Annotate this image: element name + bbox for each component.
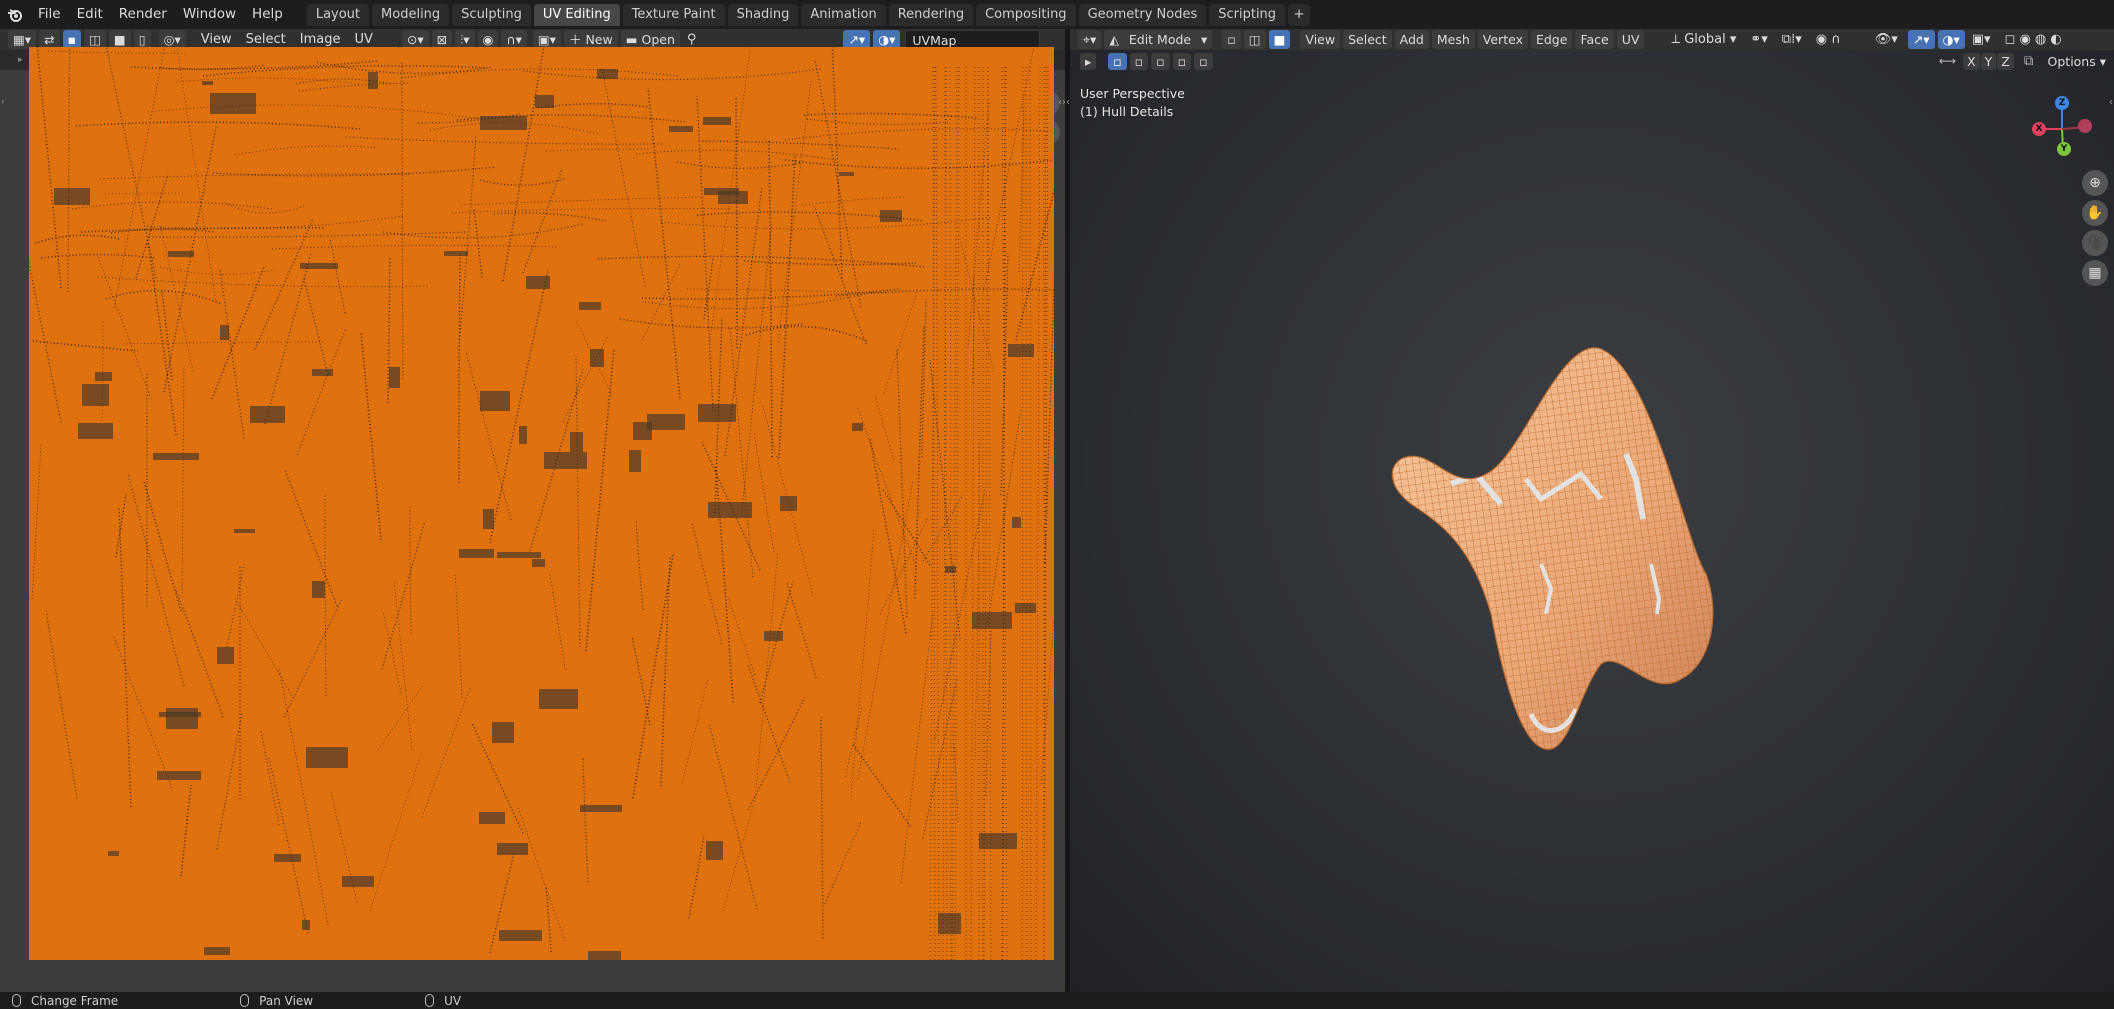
left-edge-arrow-icon[interactable]: ›: [1, 97, 5, 107]
workspace-tab-rendering[interactable]: Rendering: [888, 3, 974, 26]
status-bar: Change Frame Pan View UV: [0, 992, 2114, 1009]
add-workspace-button[interactable]: +: [1288, 3, 1311, 26]
hull-grid: [1392, 347, 1713, 750]
status-uv: UV: [413, 994, 461, 1008]
workspace-tab-animation[interactable]: Animation: [801, 3, 886, 26]
workspace-tabs: Layout Modeling Sculpting UV Editing Texture…: [306, 0, 1311, 29]
status-left-label: Change Frame: [31, 993, 119, 1008]
uv-mesh-wireframe: [29, 47, 1054, 960]
workspace-tab-uv-editing[interactable]: UV Editing: [533, 3, 620, 26]
menu-window[interactable]: Window: [175, 0, 244, 29]
uv-menu-uv[interactable]: UV: [347, 32, 379, 47]
uv-menu-view[interactable]: View: [194, 32, 239, 47]
workspace-tab-shading[interactable]: Shading: [727, 3, 799, 26]
workspace-tab-texture-paint[interactable]: Texture Paint: [622, 3, 725, 26]
workspace-tab-sculpting[interactable]: Sculpting: [452, 3, 531, 26]
menu-file[interactable]: File: [30, 0, 69, 29]
status-middle-label: Pan View: [259, 993, 314, 1008]
uv-islands: [29, 47, 1054, 960]
workspace-tab-modeling[interactable]: Modeling: [372, 3, 450, 26]
menu-render[interactable]: Render: [111, 0, 175, 29]
uv-menu-select[interactable]: Select: [239, 32, 293, 47]
workspace-tab-layout[interactable]: Layout: [306, 3, 370, 26]
menu-help[interactable]: Help: [244, 0, 291, 29]
uv-layout-canvas[interactable]: [29, 47, 1054, 960]
uv-menu-image[interactable]: Image: [293, 32, 348, 47]
workspace-tab-compositing[interactable]: Compositing: [976, 3, 1076, 26]
mouse-left-icon: [12, 994, 21, 1007]
hull-mesh[interactable]: [1070, 29, 2114, 992]
workspace-tab-geometry-nodes[interactable]: Geometry Nodes: [1078, 3, 1207, 26]
mouse-middle-icon: [240, 994, 250, 1007]
mouse-right-icon: [425, 994, 435, 1007]
status-right-label: UV: [444, 993, 462, 1008]
workspace-tab-scripting[interactable]: Scripting: [1209, 3, 1286, 26]
toolbar-toggle-icon[interactable]: ▸: [18, 55, 23, 65]
3d-viewport[interactable]: ⌖▾ ◭ Edit Mode ▾ ▫ ◫ ■ View Select Add M…: [1066, 29, 2114, 992]
blender-logo-icon[interactable]: [0, 0, 30, 29]
top-bar: File Edit Render Window Help Layout Model…: [0, 0, 2114, 29]
pin-icon[interactable]: ⚲: [680, 32, 704, 47]
status-change-frame: Change Frame: [0, 994, 118, 1008]
status-pan-view: Pan View: [228, 994, 313, 1008]
menu-edit[interactable]: Edit: [69, 0, 111, 29]
